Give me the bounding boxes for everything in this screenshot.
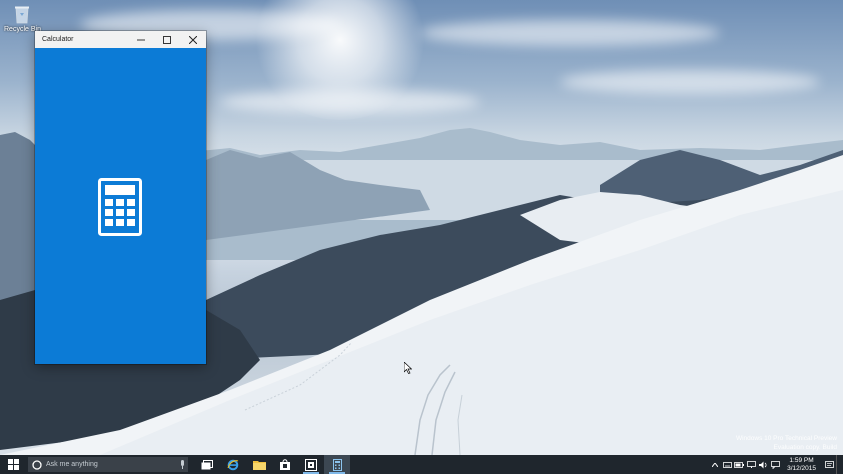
store-icon[interactable] bbox=[272, 455, 298, 474]
search-box[interactable]: Ask me anything bbox=[28, 457, 188, 472]
clock-date: 3/12/2015 bbox=[787, 464, 816, 472]
calculator-window[interactable]: Calculator bbox=[35, 31, 206, 364]
close-icon bbox=[189, 35, 197, 44]
calculator-taskbar-icon[interactable] bbox=[324, 455, 350, 474]
calculator-icon bbox=[98, 178, 142, 236]
watermark-line2: Evaluation copy. Build bbox=[773, 444, 837, 451]
minimize-button[interactable] bbox=[128, 31, 154, 48]
store-alt-icon[interactable] bbox=[298, 455, 324, 474]
network-icon[interactable] bbox=[745, 461, 757, 468]
volume-icon[interactable] bbox=[757, 461, 769, 469]
system-tray: 1:59 PM 3/12/2015 bbox=[709, 455, 843, 474]
microphone-icon[interactable] bbox=[176, 460, 188, 469]
task-view-icon[interactable] bbox=[194, 455, 220, 474]
chevron-up-icon[interactable] bbox=[709, 462, 721, 467]
cortana-icon bbox=[28, 459, 46, 470]
title-bar[interactable]: Calculator bbox=[35, 31, 206, 48]
chat-icon[interactable] bbox=[769, 460, 781, 469]
maximize-button[interactable] bbox=[154, 31, 180, 48]
close-button[interactable] bbox=[180, 31, 206, 48]
search-placeholder: Ask me anything bbox=[46, 461, 98, 468]
action-center-icon[interactable] bbox=[822, 460, 836, 469]
battery-icon[interactable] bbox=[733, 461, 745, 468]
watermark-line1: Windows 10 Pro Technical Preview bbox=[735, 435, 837, 442]
clock[interactable]: 1:59 PM 3/12/2015 bbox=[781, 457, 822, 473]
clock-time: 1:59 PM bbox=[789, 456, 814, 464]
build-watermark: Windows 10 Pro Technical Preview Evaluat… bbox=[736, 434, 837, 452]
start-button[interactable] bbox=[0, 455, 26, 474]
recycle-bin-icon bbox=[14, 4, 30, 24]
window-title: Calculator bbox=[42, 36, 74, 43]
maximize-icon bbox=[163, 35, 171, 44]
internet-explorer-icon[interactable] bbox=[220, 455, 246, 474]
minimize-icon bbox=[137, 39, 145, 40]
windows-logo-icon bbox=[7, 459, 19, 470]
calculator-splash bbox=[35, 48, 206, 364]
file-explorer-icon[interactable] bbox=[246, 455, 272, 474]
keyboard-icon[interactable] bbox=[721, 461, 733, 468]
taskbar: Ask me anything 1:59 PM 3/12/2015 bbox=[0, 455, 843, 474]
show-desktop-button[interactable] bbox=[836, 455, 841, 474]
mouse-pointer-icon bbox=[404, 362, 412, 374]
